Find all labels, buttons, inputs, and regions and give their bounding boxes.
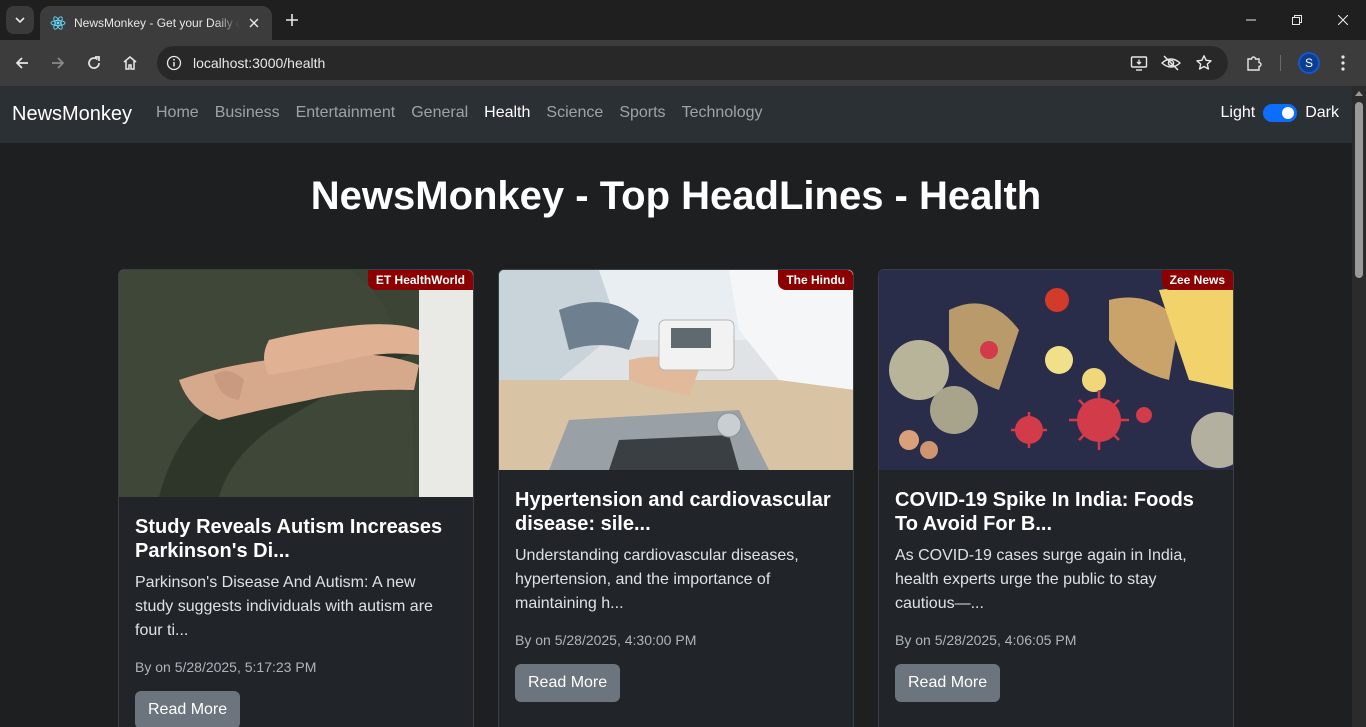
news-card-description: As COVID-19 cases surge again in India, …	[895, 547, 1187, 612]
reload-icon	[88, 56, 100, 69]
nav-link-health[interactable]: Health	[476, 104, 538, 122]
news-card-title: COVID-19 Spike In India: Foods To Avoid …	[895, 489, 1194, 535]
close-window-button[interactable]	[1320, 0, 1366, 40]
react-favicon-icon	[50, 16, 66, 30]
news-card: Zee News COVID-19 Spike In India: Foods …	[878, 269, 1234, 727]
news-card-body: COVID-19 Spike In India: Foods To Avoid …	[879, 470, 1233, 720]
restore-icon	[1292, 15, 1302, 25]
news-card-body: Study Reveals Autism Increases Parkinson…	[119, 497, 473, 727]
close-icon	[1338, 15, 1348, 25]
news-card: The Hindu Hypertension and cardiovascula…	[498, 269, 854, 727]
extensions-button[interactable]	[1242, 51, 1266, 75]
news-card-body: Hypertension and cardiovascular disease:…	[499, 470, 853, 720]
source-badge: ET HealthWorld	[367, 270, 473, 290]
news-card-image: ET HealthWorld	[119, 270, 473, 497]
home-icon	[123, 56, 137, 70]
bookmark-star-icon[interactable]	[1194, 53, 1214, 73]
read-more-button[interactable]: Read More	[895, 664, 1001, 702]
read-more-button[interactable]: Read More	[515, 664, 621, 702]
forward-button[interactable]	[44, 49, 72, 77]
theme-light-label: Light	[1220, 104, 1256, 121]
browser-menu-button[interactable]	[1331, 51, 1355, 75]
site-info-icon[interactable]	[165, 54, 183, 72]
browser-tabstrip: NewsMonkey - Get your Daily dose of news	[0, 0, 1366, 40]
plus-icon	[286, 14, 298, 26]
puzzle-icon	[1247, 56, 1262, 71]
read-more-button[interactable]: Read More	[135, 691, 241, 727]
window-controls	[1228, 0, 1366, 40]
news-card-meta: By on 5/28/2025, 4:30:00 PM	[515, 632, 697, 648]
address-bar[interactable]: localhost:3000/health	[157, 46, 1228, 80]
news-card-meta: By on 5/28/2025, 5:17:23 PM	[135, 659, 317, 675]
browser-tab-active[interactable]: NewsMonkey - Get your Daily dose of news	[40, 6, 272, 40]
theme-switch-knob	[1282, 107, 1295, 119]
tab-search-button[interactable]	[6, 6, 34, 34]
theme-toggle: Light Dark	[1221, 104, 1339, 122]
nav-link-business[interactable]: Business	[207, 104, 288, 122]
eye-slash-icon[interactable]	[1161, 53, 1181, 73]
install-app-icon[interactable]	[1129, 53, 1149, 73]
nav-link-entertainment[interactable]: Entertainment	[288, 104, 404, 122]
brand-logo[interactable]: NewsMonkey	[12, 103, 132, 126]
news-card: ET HealthWorld Study Reveals Autism Incr…	[118, 269, 474, 727]
nav-link-sports[interactable]: Sports	[611, 104, 673, 122]
reload-button[interactable]	[80, 49, 108, 77]
scrollbar-thumb[interactable]	[1355, 102, 1363, 278]
browser-toolbar: localhost:3000/health	[0, 40, 1366, 86]
news-card-title: Study Reveals Autism Increases Parkinson…	[135, 516, 443, 562]
news-card-meta: By on 5/28/2025, 4:06:05 PM	[895, 632, 1077, 648]
nav-links: Home Business Entertainment General Heal…	[148, 104, 771, 122]
kebab-menu-icon	[1341, 55, 1345, 71]
nav-link-home[interactable]: Home	[148, 104, 207, 122]
theme-dark-label: Dark	[1305, 104, 1339, 121]
home-button[interactable]	[116, 49, 144, 77]
news-card-title: Hypertension and cardiovascular disease:…	[515, 489, 831, 535]
arrow-left-icon	[15, 57, 28, 69]
news-card-image: The Hindu	[499, 270, 853, 470]
chevron-down-icon	[15, 17, 25, 24]
url-text[interactable]: localhost:3000/health	[193, 55, 325, 71]
page-scrollbar[interactable]	[1352, 86, 1366, 727]
app-navbar: NewsMonkey Home Business Entertainment G…	[0, 86, 1352, 143]
page-title: NewsMonkey - Top HeadLines - Health	[310, 174, 1042, 218]
news-card-image: Zee News	[879, 270, 1233, 470]
news-card-description: Understanding cardiovascular diseases, h…	[515, 547, 799, 612]
restore-button[interactable]	[1274, 0, 1320, 40]
nav-link-science[interactable]: Science	[538, 104, 611, 122]
page-viewport: NewsMonkey Home Business Entertainment G…	[0, 86, 1352, 727]
minimize-button[interactable]	[1228, 0, 1274, 40]
back-button[interactable]	[8, 49, 36, 77]
new-tab-button[interactable]	[280, 8, 304, 32]
arrow-right-icon	[52, 57, 65, 69]
theme-switch[interactable]	[1263, 104, 1298, 122]
nav-link-general[interactable]: General	[403, 104, 476, 122]
minimize-icon	[1246, 19, 1256, 21]
nav-link-technology[interactable]: Technology	[674, 104, 771, 122]
close-tab-icon[interactable]	[246, 15, 262, 31]
source-badge: The Hindu	[778, 270, 853, 290]
tab-title: NewsMonkey - Get your Daily dose of news	[74, 16, 240, 30]
scroll-up-arrow-icon[interactable]	[1355, 91, 1363, 96]
source-badge: Zee News	[1161, 270, 1233, 290]
profile-avatar[interactable]: S	[1298, 52, 1320, 74]
news-card-description: Parkinson's Disease And Autism: A new st…	[135, 574, 433, 639]
toolbar-divider	[1280, 55, 1281, 71]
